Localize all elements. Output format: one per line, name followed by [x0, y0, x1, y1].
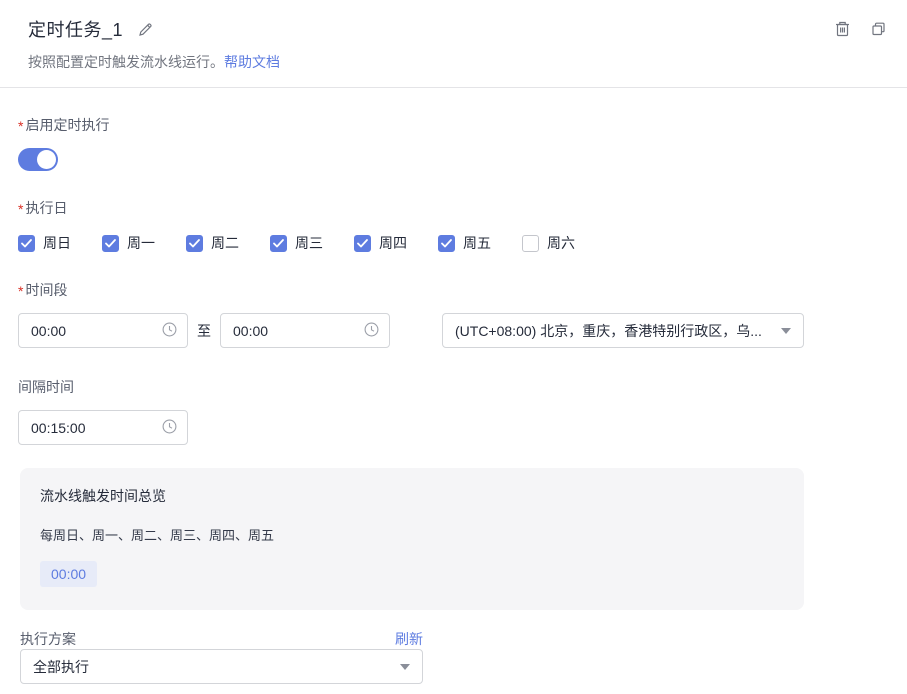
interval-label: 间隔时间 [18, 379, 74, 395]
period-row: 至 (UTC+08:00) 北京，重庆，香港特别行政区，乌... [18, 313, 889, 348]
day-checkbox-thursday[interactable]: 周四 [354, 233, 407, 253]
checkbox-icon [438, 234, 455, 252]
plan-value: 全部执行 [33, 658, 89, 675]
task-description: 按照配置定时触发流水线运行。 [28, 54, 224, 70]
chevron-down-icon [400, 663, 410, 670]
day-label: 周五 [463, 235, 491, 251]
checkbox-icon [102, 234, 119, 252]
start-time-input[interactable] [31, 322, 162, 339]
overview-title: 流水线触发时间总览 [40, 488, 166, 504]
page-title: 定时任务_1 [28, 20, 124, 40]
edit-title-icon[interactable] [137, 21, 154, 38]
refresh-link[interactable]: 刷新 [395, 629, 423, 649]
interval-field[interactable] [18, 410, 188, 445]
trigger-time-chip: 00:00 [40, 561, 98, 587]
day-checkbox-sunday[interactable]: 周日 [18, 233, 71, 253]
plan-select[interactable]: 全部执行 [20, 649, 423, 684]
day-checkbox-wednesday[interactable]: 周三 [270, 233, 323, 253]
help-doc-link[interactable]: 帮助文档 [224, 54, 280, 70]
required-asterisk: * [18, 283, 24, 299]
trigger-overview-panel: 流水线触发时间总览 每周日、周一、周二、周三、周四、周五 00:00 [20, 468, 804, 610]
clock-icon [162, 419, 177, 437]
delete-task-icon[interactable] [834, 20, 851, 38]
day-checkbox-monday[interactable]: 周一 [102, 233, 155, 253]
plan-label: 执行方案 [20, 631, 76, 647]
toggle-knob [37, 150, 56, 169]
task-header: 定时任务_1 按照配置定时触发流水线运行。帮助文档 [0, 0, 907, 72]
chevron-down-icon [781, 327, 791, 334]
end-time-input[interactable] [233, 322, 364, 339]
checkbox-icon [18, 234, 35, 252]
period-label: * 时间段 [18, 282, 68, 299]
interval-input[interactable] [31, 419, 162, 436]
days-label: * 执行日 [18, 200, 68, 217]
checkbox-icon [270, 234, 287, 252]
schedule-form: * 启用定时执行 * 执行日 周日 周一 周二 周三 周四 周五 周六 * 时间… [0, 115, 907, 684]
overview-days-text: 每周日、周一、周二、周三、周四、周五 [40, 528, 275, 543]
day-label: 周二 [211, 235, 239, 251]
interval-row [18, 410, 889, 445]
checkbox-icon [522, 234, 539, 252]
checkbox-icon [186, 234, 203, 252]
enable-label: * 启用定时执行 [18, 117, 110, 134]
start-time-field[interactable] [18, 313, 188, 348]
days-checkbox-group: 周日 周一 周二 周三 周四 周五 周六 [18, 233, 889, 253]
day-checkbox-saturday[interactable]: 周六 [522, 233, 575, 253]
timezone-value: (UTC+08:00) 北京，重庆，香港特别行政区，乌... [455, 322, 762, 339]
day-checkbox-friday[interactable]: 周五 [438, 233, 491, 253]
enable-toggle[interactable] [18, 148, 58, 171]
to-label: 至 [197, 322, 211, 339]
day-checkbox-tuesday[interactable]: 周二 [186, 233, 239, 253]
clock-icon [364, 322, 379, 340]
header-divider [0, 87, 907, 88]
clock-icon [162, 322, 177, 340]
day-label: 周四 [379, 235, 407, 251]
copy-task-icon[interactable] [870, 21, 887, 38]
day-label: 周三 [295, 235, 323, 251]
required-asterisk: * [18, 118, 24, 134]
day-label: 周一 [127, 235, 155, 251]
required-asterisk: * [18, 201, 24, 217]
timezone-select[interactable]: (UTC+08:00) 北京，重庆，香港特别行政区，乌... [442, 313, 804, 348]
plan-header: 执行方案 刷新 [20, 629, 423, 649]
day-label: 周日 [43, 235, 71, 251]
day-label: 周六 [547, 235, 575, 251]
end-time-field[interactable] [220, 313, 390, 348]
checkbox-icon [354, 234, 371, 252]
